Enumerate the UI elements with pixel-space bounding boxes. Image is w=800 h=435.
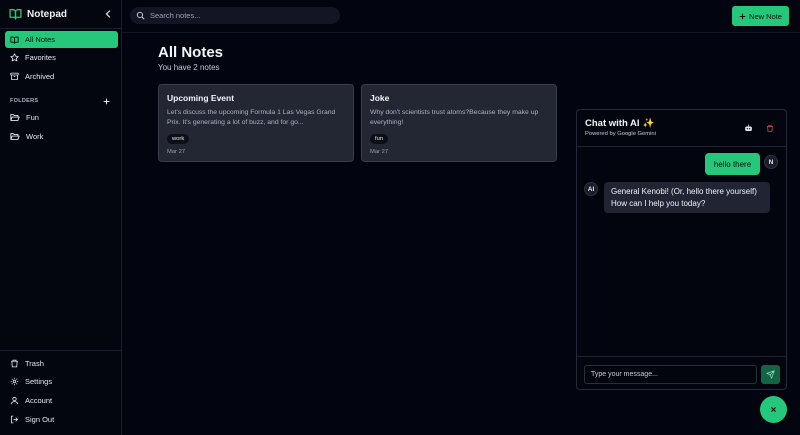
sidebar: Notepad All Notes Favorites Archived FOL… bbox=[0, 0, 122, 435]
sidebar-item-label: Work bbox=[26, 132, 44, 141]
divider bbox=[0, 28, 121, 29]
chevron-left-icon bbox=[105, 10, 112, 18]
chat-bot-button[interactable] bbox=[742, 122, 754, 134]
sidebar-folder-work[interactable]: Work bbox=[5, 128, 118, 145]
app-title: Notepad bbox=[27, 8, 67, 20]
new-note-button[interactable]: New Note bbox=[732, 6, 789, 26]
close-chat-button[interactable] bbox=[760, 396, 787, 423]
note-tag[interactable]: work bbox=[167, 134, 190, 144]
star-icon bbox=[10, 53, 19, 62]
sidebar-item-label: Settings bbox=[25, 377, 53, 386]
sidebar-folder-fun[interactable]: Fun bbox=[5, 109, 118, 126]
page-title: All Notes bbox=[158, 44, 224, 61]
book-open-icon bbox=[9, 8, 22, 20]
note-tag[interactable]: fun bbox=[370, 134, 389, 144]
note-title: Upcoming Event bbox=[167, 93, 235, 103]
note-card[interactable]: Joke Why don't scientists trust atoms?Be… bbox=[361, 84, 557, 162]
plus-icon bbox=[103, 98, 110, 105]
bot-icon bbox=[744, 124, 753, 132]
sidebar-item-label: Fun bbox=[26, 113, 39, 122]
sidebar-item-label: Sign Out bbox=[25, 415, 55, 424]
note-card[interactable]: Upcoming Event Let's discuss the upcomin… bbox=[158, 84, 354, 162]
divider bbox=[0, 350, 121, 351]
page-subtitle: You have 2 notes bbox=[158, 63, 220, 72]
chat-subtitle: Powered by Google Gemini bbox=[585, 131, 656, 137]
chat-message-ai: General Kenobi! (Or, hello there yoursel… bbox=[604, 182, 770, 213]
sidebar-item-account[interactable]: Account bbox=[5, 392, 118, 409]
folders-header: FOLDERS bbox=[10, 96, 111, 106]
divider bbox=[577, 356, 786, 357]
chat-title-text: Chat with AI bbox=[585, 118, 640, 129]
divider bbox=[577, 146, 786, 147]
avatar-user: N bbox=[764, 155, 778, 169]
gear-icon bbox=[10, 377, 19, 386]
sidebar-item-trash[interactable]: Trash bbox=[5, 355, 118, 372]
chat-title: Chat with AI ✨ bbox=[585, 118, 654, 129]
plus-icon bbox=[739, 13, 746, 20]
sidebar-item-label: Account bbox=[25, 396, 53, 405]
search-bar[interactable] bbox=[130, 7, 340, 24]
sparkles-icon: ✨ bbox=[642, 118, 655, 129]
send-icon bbox=[766, 370, 775, 379]
note-preview: Let's discuss the upcoming Formula 1 Las… bbox=[167, 109, 336, 126]
book-open-icon bbox=[10, 36, 19, 44]
note-date: Mar 27 bbox=[370, 149, 389, 155]
archive-icon bbox=[10, 72, 19, 81]
user-icon bbox=[10, 396, 19, 405]
new-note-label: New Note bbox=[749, 11, 782, 21]
sidebar-item-label: All Notes bbox=[25, 35, 56, 44]
collapse-sidebar-button[interactable] bbox=[101, 7, 115, 21]
sidebar-item-archived[interactable]: Archived bbox=[5, 68, 118, 85]
search-icon bbox=[136, 11, 145, 20]
sidebar-item-label: Favorites bbox=[25, 53, 56, 62]
trash-icon bbox=[10, 359, 19, 368]
chat-panel: Chat with AI ✨ Powered by Google Gemini … bbox=[576, 109, 787, 390]
note-title: Joke bbox=[370, 93, 390, 103]
sidebar-item-label: Archived bbox=[25, 72, 55, 81]
folder-open-icon bbox=[10, 113, 20, 122]
search-input[interactable] bbox=[150, 11, 330, 20]
chat-message-user: hello there bbox=[705, 153, 760, 175]
divider bbox=[122, 32, 800, 33]
sidebar-item-all-notes[interactable]: All Notes bbox=[5, 31, 118, 48]
trash-icon bbox=[766, 124, 774, 133]
avatar-ai: AI bbox=[584, 182, 598, 196]
sidebar-item-favorites[interactable]: Favorites bbox=[5, 49, 118, 66]
add-folder-button[interactable] bbox=[101, 96, 111, 106]
note-preview: Why don't scientists trust atoms?Because… bbox=[370, 109, 539, 126]
send-message-button[interactable] bbox=[761, 365, 780, 384]
brand[interactable]: Notepad bbox=[9, 7, 67, 21]
folder-open-icon bbox=[10, 132, 20, 141]
clear-chat-button[interactable] bbox=[764, 122, 776, 134]
sidebar-item-sign-out[interactable]: Sign Out bbox=[5, 411, 118, 428]
sidebar-item-settings[interactable]: Settings bbox=[5, 373, 118, 390]
sidebar-item-label: Trash bbox=[25, 359, 44, 368]
sign-out-icon bbox=[10, 415, 19, 424]
note-date: Mar 27 bbox=[167, 149, 186, 155]
close-icon bbox=[770, 406, 777, 413]
chat-message-input[interactable] bbox=[584, 365, 757, 384]
folders-header-label: FOLDERS bbox=[10, 98, 39, 104]
